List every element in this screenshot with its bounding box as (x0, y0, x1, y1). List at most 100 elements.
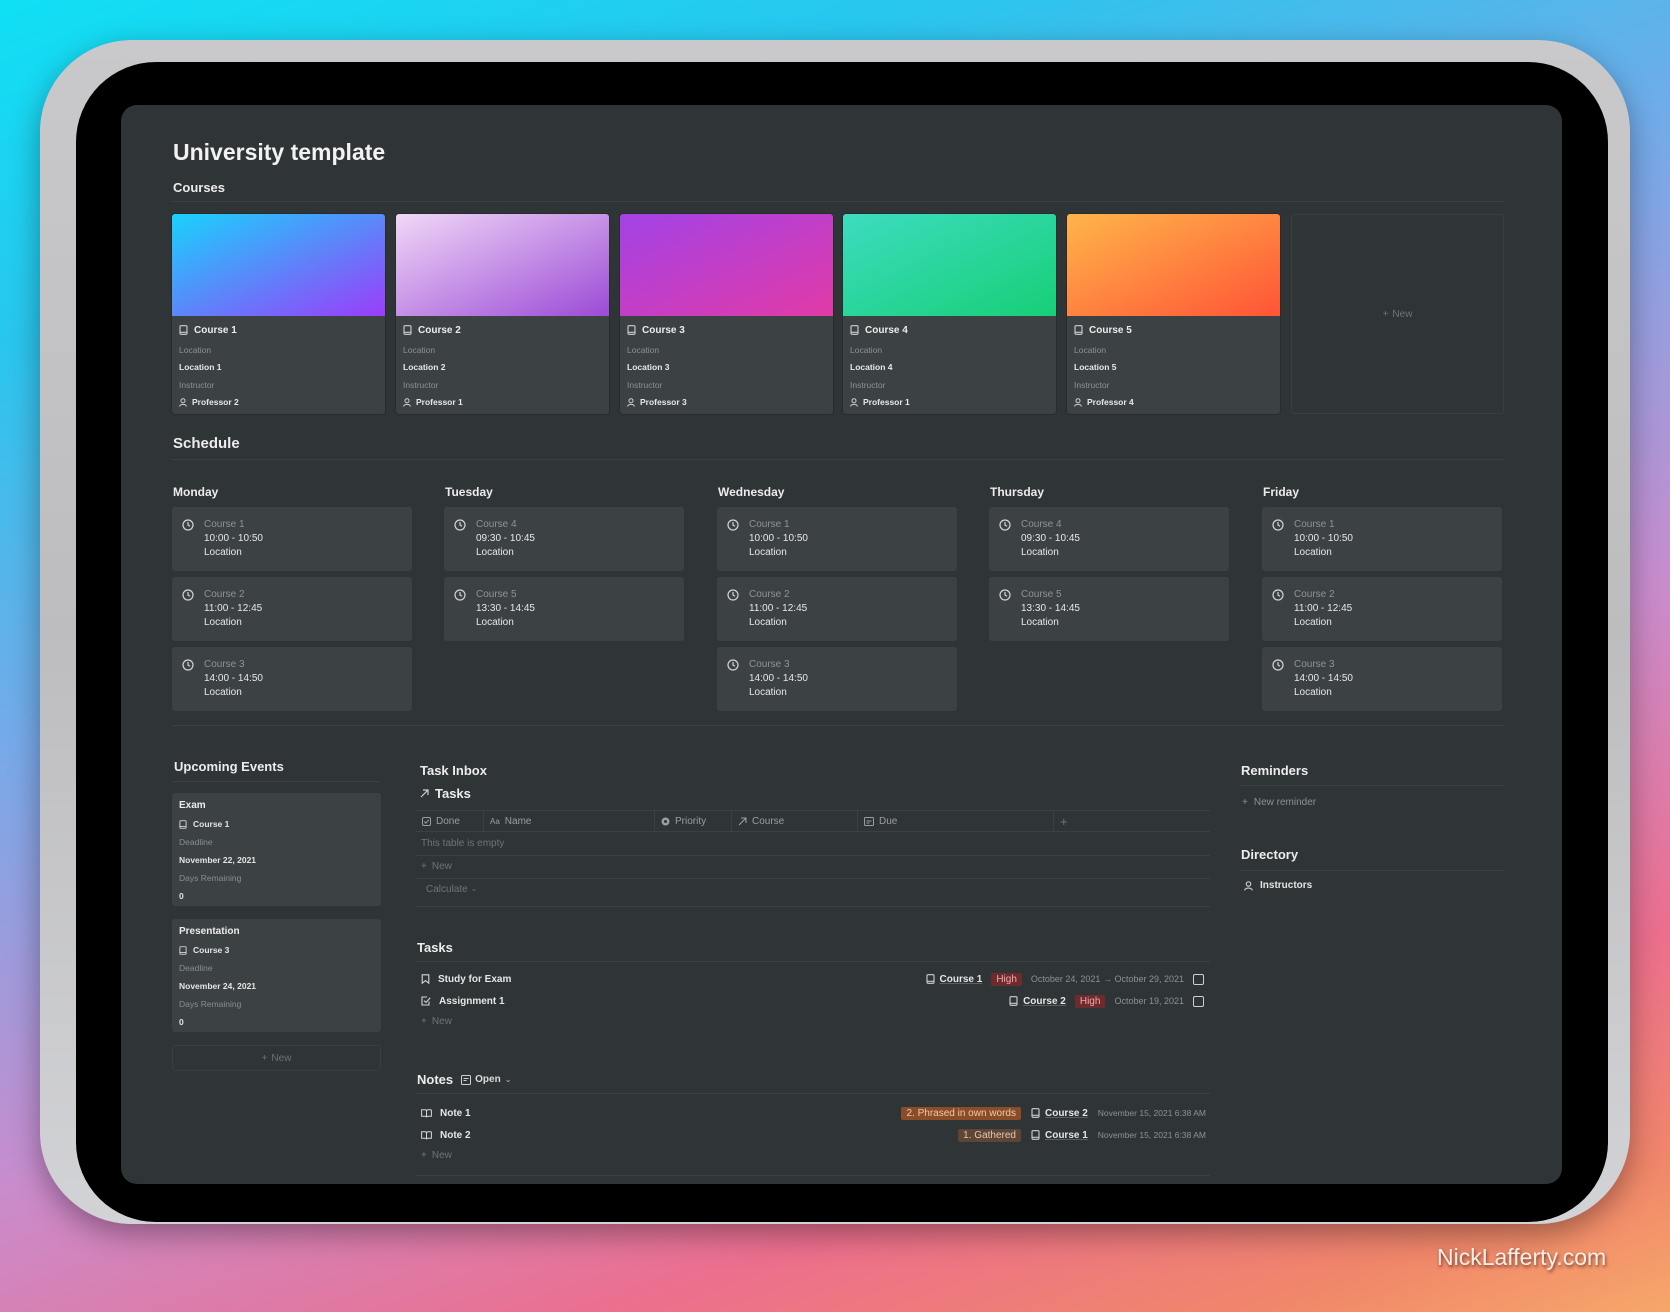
column-header-due[interactable]: Due (858, 811, 1054, 831)
day-name: Tuesday (445, 485, 493, 499)
new-reminder-label: New reminder (1253, 797, 1317, 808)
task-name: Assignment 1 (439, 995, 505, 1007)
calculate-button[interactable]: Calculate ⌄ (426, 884, 477, 895)
table-header: Done Aa Name Priority Course Due + (416, 810, 1210, 832)
schedule-slot[interactable]: Course 3 14:00 - 14:50 Location (172, 647, 412, 711)
new-reminder-button[interactable]: + New reminder (1242, 797, 1316, 808)
note-course-link[interactable]: Course 2 (1031, 1108, 1088, 1119)
slot-time: 09:30 - 10:45 (476, 533, 535, 544)
schedule-slot[interactable]: Course 2 11:00 - 12:45 Location (172, 577, 412, 641)
book-icon (179, 325, 188, 335)
event-card[interactable]: Presentation Course 3 Deadline November … (172, 919, 381, 1032)
slot-time: 10:00 - 10:50 (204, 533, 263, 544)
empty-table-text: This table is empty (421, 838, 505, 849)
calendar-icon (864, 816, 874, 826)
slot-course: Course 5 (476, 589, 517, 600)
note-row[interactable]: Note 2 1. Gathered Course 1 November 15,… (416, 1124, 1210, 1146)
location-label: Location (179, 345, 212, 355)
slot-time: 13:30 - 14:45 (1021, 603, 1080, 614)
event-course[interactable]: Course 3 (193, 945, 229, 955)
arrow-up-right-icon (420, 789, 429, 798)
schedule-slot[interactable]: Course 1 10:00 - 10:50 Location (172, 507, 412, 571)
course-name: Course 4 (865, 324, 908, 336)
done-checkbox[interactable] (1193, 973, 1204, 985)
app-screen: University template Courses Course 1 Loc… (121, 105, 1562, 1184)
event-title: Exam (179, 800, 206, 811)
note-row[interactable]: Note 1 2. Phrased in own words Course 2 … (416, 1102, 1210, 1124)
reminders-header: Reminders (1241, 763, 1309, 778)
schedule-slot[interactable]: Course 1 10:00 - 10:50 Location (717, 507, 957, 571)
schedule-slot[interactable]: Course 3 14:00 - 14:50 Location (1262, 647, 1502, 711)
course-cover (1067, 214, 1280, 316)
column-header-done[interactable]: Done (416, 811, 484, 831)
event-course[interactable]: Course 1 (193, 819, 229, 829)
notes-view-selector[interactable]: Open ⌄ (461, 1074, 511, 1085)
text-icon: Aa (490, 816, 500, 826)
clock-icon (182, 519, 194, 560)
slot-course: Course 4 (476, 519, 517, 530)
task-course-link[interactable]: Course 1 (925, 974, 982, 985)
slot-course: Course 4 (1021, 519, 1062, 530)
done-checkbox[interactable] (1193, 995, 1204, 1007)
course-instructor: Professor 3 (640, 397, 687, 407)
note-course-link[interactable]: Course 1 (1031, 1130, 1088, 1141)
course-card[interactable]: Course 2 Location Location 2 Instructor … (396, 214, 609, 414)
divider (416, 1175, 1210, 1176)
new-task-button[interactable]: + New (421, 1016, 452, 1027)
new-task-inbox-button[interactable]: + New (421, 861, 452, 872)
relation-icon (738, 816, 747, 826)
task-row[interactable]: Assignment 1 Course 2 High October 19, 2… (416, 990, 1210, 1012)
slot-course: Course 1 (1294, 519, 1335, 530)
slot-time: 14:00 - 14:50 (204, 673, 263, 684)
course-card[interactable]: Course 5 Location Location 5 Instructor … (1067, 214, 1280, 414)
slot-location: Location (1294, 547, 1332, 558)
course-card[interactable]: Course 1 Location Location 1 Instructor … (172, 214, 385, 414)
task-row[interactable]: Study for Exam Course 1 High October 24,… (416, 968, 1210, 990)
course-card[interactable]: Course 4 Location Location 4 Instructor … (843, 214, 1056, 414)
new-event-button[interactable]: + New (172, 1045, 381, 1071)
column-header-name[interactable]: Aa Name (484, 811, 655, 831)
calculate-label: Calculate (426, 884, 468, 895)
course-cover (843, 214, 1056, 316)
open-book-icon (421, 1108, 432, 1118)
divider (172, 459, 1504, 460)
new-course-button[interactable]: + New (1291, 214, 1504, 414)
schedule-slot[interactable]: Course 3 14:00 - 14:50 Location (717, 647, 957, 711)
book-icon (627, 325, 636, 335)
note-name: Note 1 (440, 1107, 471, 1119)
divider (416, 855, 1210, 856)
schedule-slot[interactable]: Course 2 11:00 - 12:45 Location (717, 577, 957, 641)
task-course-link[interactable]: Course 2 (1009, 996, 1066, 1007)
location-label: Location (850, 345, 883, 355)
clock-icon (182, 659, 194, 700)
schedule-slot[interactable]: Course 5 13:30 - 14:45 Location (989, 577, 1229, 641)
day-name: Friday (1263, 485, 1300, 499)
task-due-date: October 24, 2021 → October 29, 2021 (1030, 974, 1184, 984)
column-header-course[interactable]: Course (732, 811, 858, 831)
priority-badge: High (1074, 994, 1106, 1008)
schedule-slot[interactable]: Course 4 09:30 - 10:45 Location (444, 507, 684, 571)
person-icon (850, 397, 858, 407)
schedule-day-tuesday: Tuesday Course 4 09:30 - 10:45 Location … (444, 485, 684, 647)
instructor-label: Instructor (179, 380, 215, 390)
clock-icon (727, 659, 739, 700)
schedule-slot[interactable]: Course 4 09:30 - 10:45 Location (989, 507, 1229, 571)
tasks-linked-db[interactable]: Tasks (420, 786, 471, 801)
directory-item-instructors[interactable]: Instructors (1244, 880, 1312, 891)
schedule-slot[interactable]: Course 1 10:00 - 10:50 Location (1262, 507, 1502, 571)
schedule-slot[interactable]: Course 5 13:30 - 14:45 Location (444, 577, 684, 641)
new-note-button[interactable]: + New (421, 1150, 452, 1161)
add-column-button[interactable]: + (1054, 811, 1084, 831)
column-header-priority[interactable]: Priority (655, 811, 732, 831)
slot-location: Location (1021, 547, 1059, 558)
course-card[interactable]: Course 3 Location Location 3 Instructor … (620, 214, 833, 414)
divider (172, 201, 1504, 202)
schedule-day-wednesday: Wednesday Course 1 10:00 - 10:50 Locatio… (717, 485, 957, 717)
note-course: Course 2 (1044, 1107, 1088, 1119)
courses-header: Courses (173, 180, 226, 195)
person-icon (179, 397, 187, 407)
event-card[interactable]: Exam Course 1 Deadline November 22, 2021… (172, 793, 381, 906)
schedule-slot[interactable]: Course 2 11:00 - 12:45 Location (1262, 577, 1502, 641)
new-label: New (431, 1150, 452, 1161)
clock-icon (1272, 589, 1284, 630)
